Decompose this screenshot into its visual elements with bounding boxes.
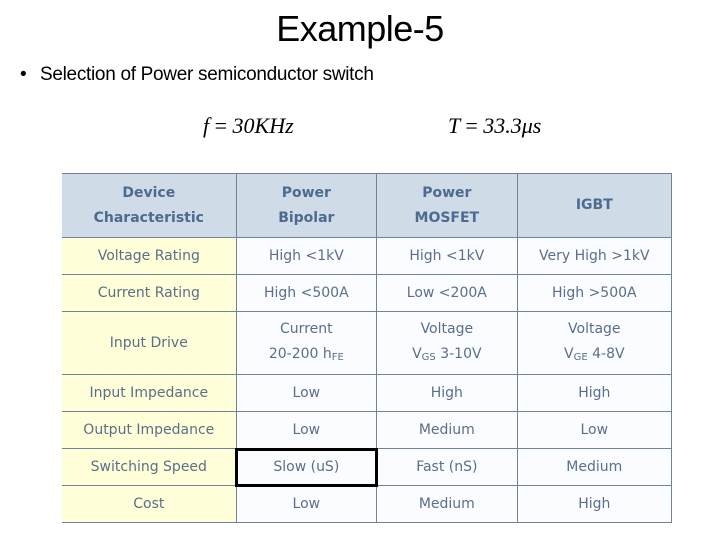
- cell-bipolar: Low: [235, 374, 378, 412]
- cell-mosfet: Voltage VGS 3-10V: [376, 311, 518, 375]
- table-header-row: Device Characteristic Power Bipolar Power M…: [62, 173, 673, 238]
- cell-bipolar: Low: [235, 485, 378, 523]
- frequency-equation: f = 30KHz: [203, 113, 294, 139]
- cell-mosfet: High: [376, 374, 518, 412]
- period-equation: T = 33.3μs: [448, 113, 541, 139]
- table-row: Voltage Rating High <1kV High <1kV Very …: [62, 237, 673, 275]
- table-row: Input Impedance Low High High: [62, 374, 673, 412]
- header-device-characteristic: Device Characteristic: [62, 173, 237, 238]
- cell-bipolar-highlighted: Slow (uS): [235, 447, 378, 487]
- cell-igbt: Very High >1kV: [516, 237, 673, 275]
- cell-igbt: High: [516, 485, 673, 523]
- bullet-point: • Selection of Power semiconductor switch: [20, 64, 374, 86]
- cell-bipolar: Low: [235, 411, 378, 449]
- table-row: Output Impedance Low Medium Low: [62, 411, 673, 449]
- eq-lhs: f: [203, 113, 210, 138]
- row-label: Current Rating: [62, 274, 237, 312]
- cell-mosfet: High <1kV: [376, 237, 518, 275]
- cell-mosfet: Low <200A: [376, 274, 518, 312]
- header-power-bipolar: Power Bipolar: [235, 173, 378, 238]
- eq-operator: =: [214, 113, 228, 138]
- cell-igbt: High >500A: [516, 274, 673, 312]
- table-row: Cost Low Medium High: [62, 485, 673, 523]
- device-comparison-table: Device Characteristic Power Bipolar Power M…: [62, 173, 673, 523]
- row-label: Input Drive: [62, 311, 237, 375]
- cell-igbt: Low: [516, 411, 673, 449]
- cell-igbt: High: [516, 374, 673, 412]
- cell-igbt: Voltage VGE 4-8V: [516, 311, 673, 375]
- row-label: Input Impedance: [62, 374, 237, 412]
- bullet-text: Selection of Power semiconductor switch: [40, 64, 374, 85]
- slide-title: Example-5: [276, 8, 444, 49]
- cell-bipolar: High <500A: [235, 274, 378, 312]
- eq-rhs: 30KHz: [232, 113, 294, 138]
- row-label: Cost: [62, 485, 237, 523]
- cell-mosfet: Fast (nS): [376, 448, 518, 486]
- bullet-icon: •: [20, 64, 27, 85]
- cell-bipolar: Current 20-200 hFE: [235, 311, 378, 375]
- header-power-mosfet: Power MOSFET: [376, 173, 518, 238]
- row-label: Voltage Rating: [62, 237, 237, 275]
- cell-mosfet: Medium: [376, 411, 518, 449]
- row-label: Switching Speed: [62, 448, 237, 486]
- table-row: Current Rating High <500A Low <200A High…: [62, 274, 673, 312]
- header-igbt: IGBT: [516, 173, 673, 238]
- eq-rhs: 33.3μs: [483, 113, 542, 138]
- table-row: Switching Speed Slow (uS) Fast (nS) Medi…: [62, 447, 673, 487]
- cell-mosfet: Medium: [376, 485, 518, 523]
- table-row: Input Drive Current 20-200 hFE Voltage VGS…: [62, 311, 673, 375]
- row-label: Output Impedance: [62, 411, 237, 449]
- eq-lhs: T: [448, 113, 460, 138]
- cell-igbt: Medium: [516, 448, 673, 486]
- cell-bipolar: High <1kV: [235, 237, 378, 275]
- eq-operator: =: [465, 113, 478, 138]
